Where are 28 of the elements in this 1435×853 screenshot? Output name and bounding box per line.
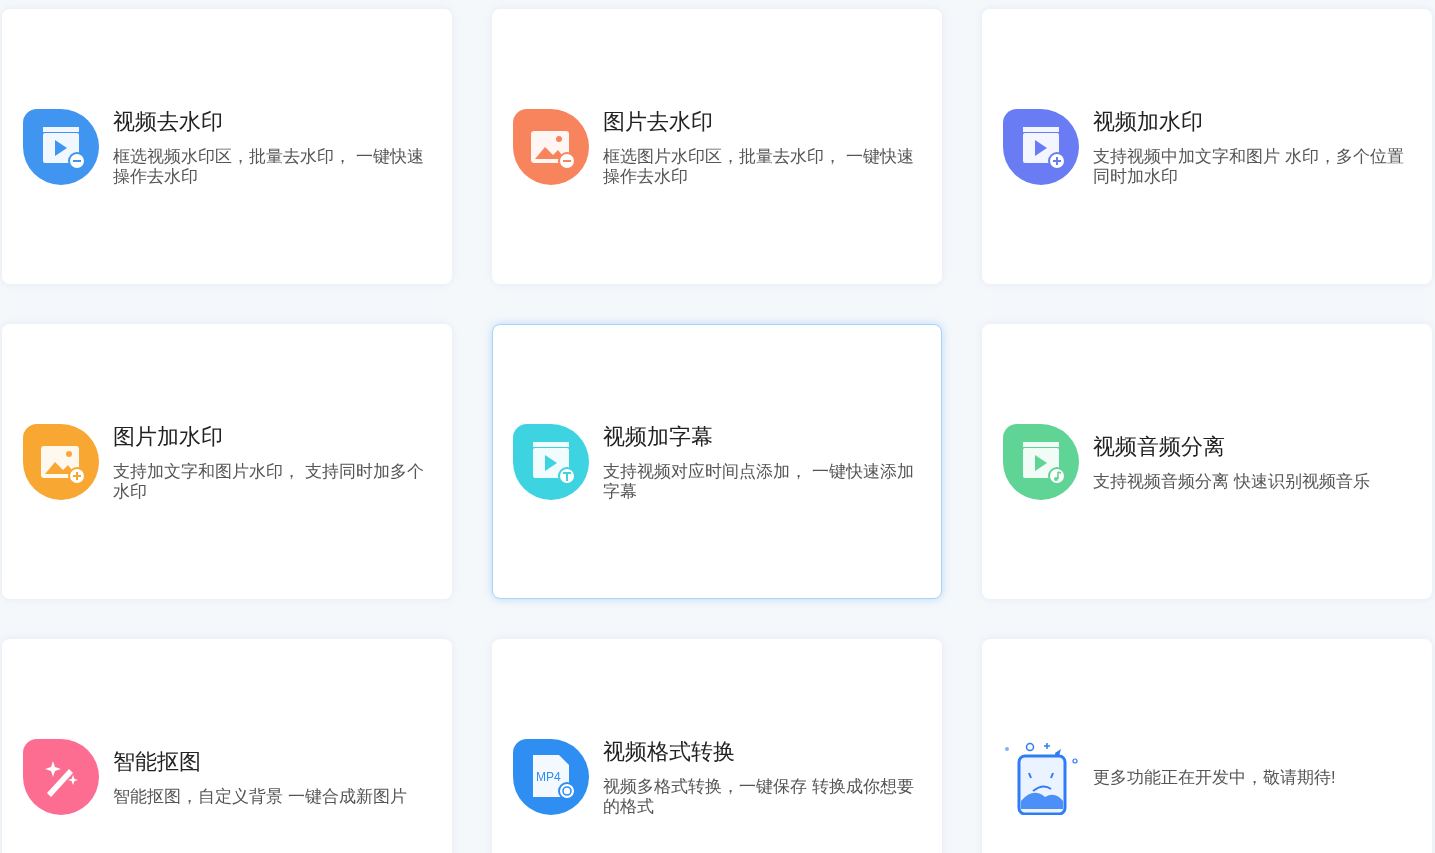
feature-card[interactable]: 图片去水印 框选图片水印区，批量去水印， 一键快速操作去水印 [492, 9, 942, 284]
card-title: 视频格式转换 [603, 737, 736, 766]
feature-card[interactable]: 更多功能正在开发中，敬请期待! [982, 639, 1432, 853]
card-title: 视频音频分离 [1093, 432, 1226, 461]
feature-card[interactable]: 图片加水印 支持加文字和图片水印， 支持同时加多个水印 [2, 324, 452, 599]
file-icon [533, 754, 576, 800]
card-title: 图片加水印 [113, 422, 224, 451]
card-title: 视频加字幕 [603, 422, 714, 451]
card-title: 视频加水印 [1093, 107, 1204, 136]
card-description: 支持视频音频分离 快速识别视频音乐 [1093, 470, 1371, 491]
card-description: 支持视频对应时间点添加， 一键快速添加字幕 [603, 460, 915, 501]
card-description: 框选图片水印区，批量去水印， 一键快速操作去水印 [603, 145, 915, 186]
card-title: 智能抠图 [113, 747, 202, 776]
card-description: 智能抠图，自定义背景 一键合成新图片 [113, 785, 408, 806]
card-description: 框选视频水印区，批量去水印， 一键快速操作去水印 [113, 145, 425, 186]
card-description: 视频多格式转换，一键保存 转换成你想要的格式 [603, 775, 915, 816]
feature-card[interactable]: MP4 视频格式转换 视频多格式转换，一键保存 转换成你想要的格式 [492, 639, 942, 853]
card-title: 视频去水印 [113, 107, 224, 136]
feature-card[interactable]: 视频去水印 框选视频水印区，批量去水印， 一键快速操作去水印 [2, 9, 452, 284]
card-description: 支持视频中加文字和图片 水印，多个位置同时加水印 [1093, 145, 1405, 186]
card-title: 图片去水印 [603, 107, 714, 136]
file-label: MP4 [536, 769, 561, 784]
feature-card[interactable]: 视频加水印 支持视频中加文字和图片 水印，多个位置同时加水印 [982, 9, 1432, 284]
card-description: 支持加文字和图片水印， 支持同时加多个水印 [113, 460, 425, 501]
feature-card[interactable]: 视频音频分离 支持视频音频分离 快速识别视频音乐 [982, 324, 1432, 599]
card-description: 更多功能正在开发中，敬请期待! [1093, 766, 1337, 787]
feature-card[interactable]: 智能抠图 智能抠图，自定义背景 一键合成新图片 [2, 639, 452, 853]
feature-card[interactable]: 视频加字幕 支持视频对应时间点添加， 一键快速添加字幕 [492, 324, 942, 599]
